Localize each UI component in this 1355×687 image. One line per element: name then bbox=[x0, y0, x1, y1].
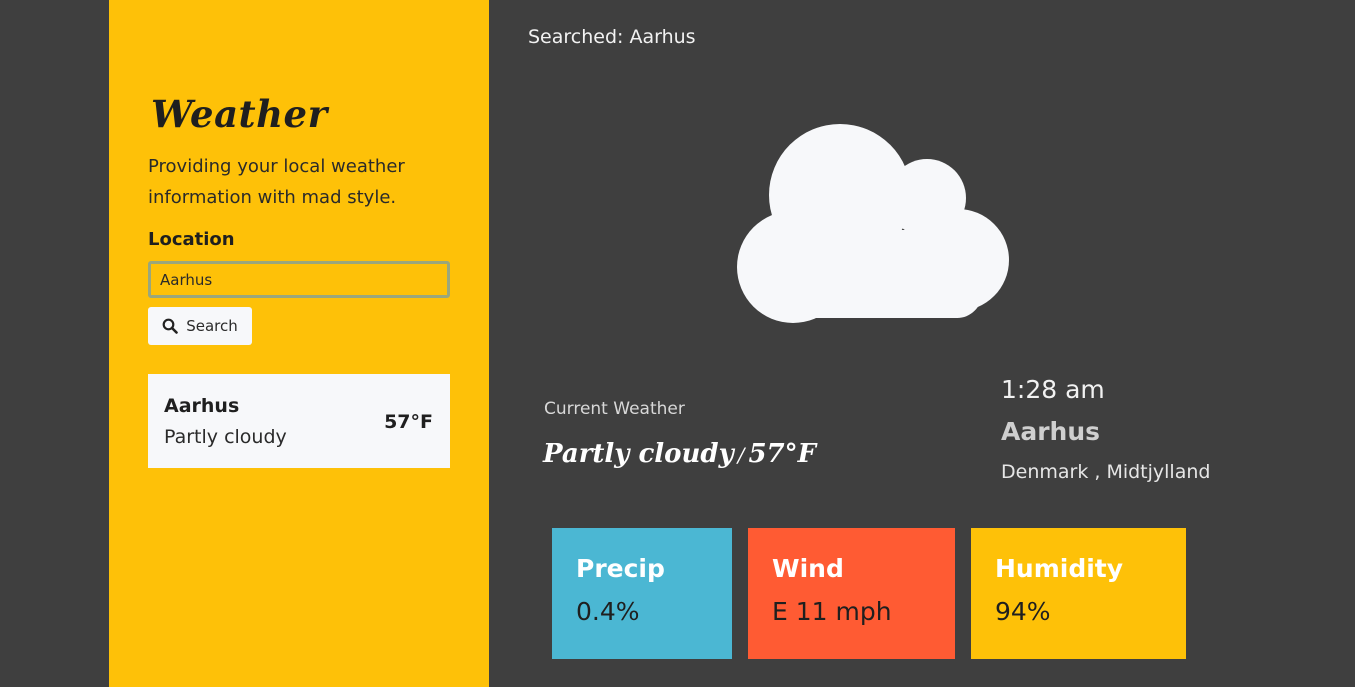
current-condition: Partly cloudy bbox=[543, 439, 734, 469]
location-input[interactable] bbox=[148, 261, 450, 298]
result-condition: Partly cloudy bbox=[164, 426, 287, 448]
wind-value: E 11 mph bbox=[772, 597, 892, 626]
sidebar: Weather Providing your local weather inf… bbox=[109, 0, 489, 687]
city-name: Aarhus bbox=[1001, 417, 1101, 446]
search-result-card[interactable]: Aarhus Partly cloudy 57°F bbox=[148, 374, 450, 468]
summary-separator: / bbox=[737, 443, 745, 467]
cloud-icon bbox=[722, 118, 1014, 324]
precip-title: Precip bbox=[576, 554, 665, 583]
search-button[interactable]: Search bbox=[148, 307, 252, 345]
current-weather-label: Current Weather bbox=[544, 399, 685, 419]
precip-tile: Precip 0.4% bbox=[552, 528, 732, 659]
humidity-value: 94% bbox=[995, 597, 1051, 626]
result-temperature: 57°F bbox=[384, 411, 433, 433]
searched-location: Searched: Aarhus bbox=[528, 26, 696, 48]
wind-tile: Wind E 11 mph bbox=[748, 528, 955, 659]
country-region: Denmark , Midtjylland bbox=[1001, 461, 1211, 483]
result-city: Aarhus bbox=[164, 395, 240, 417]
current-weather-summary: Partly cloudy/57°F bbox=[543, 439, 816, 469]
precip-value: 0.4% bbox=[576, 597, 640, 626]
wind-title: Wind bbox=[772, 554, 844, 583]
search-button-label: Search bbox=[186, 317, 238, 335]
search-icon bbox=[162, 318, 179, 334]
humidity-title: Humidity bbox=[995, 554, 1124, 583]
location-label: Location bbox=[148, 229, 235, 250]
humidity-tile: Humidity 94% bbox=[971, 528, 1186, 659]
weather-app: Weather Providing your local weather inf… bbox=[0, 0, 1355, 687]
current-temperature: 57°F bbox=[748, 439, 817, 469]
app-tagline: Providing your local weather information… bbox=[148, 156, 405, 208]
local-time: 1:28 am bbox=[1001, 375, 1105, 404]
app-title: Weather bbox=[151, 92, 328, 136]
